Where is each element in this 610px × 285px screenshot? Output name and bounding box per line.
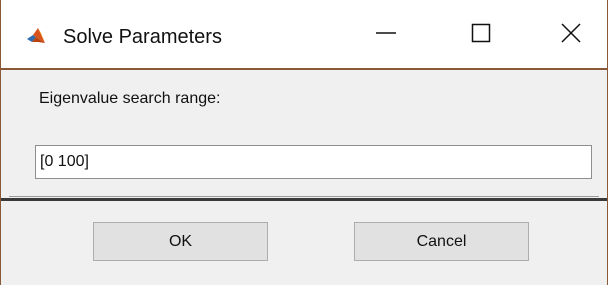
ok-button[interactable]: OK — [93, 222, 268, 261]
title-separator — [1, 68, 607, 70]
close-button[interactable] — [536, 10, 606, 60]
dialog-window: Solve Parameters Eigenvalue search range… — [0, 0, 608, 285]
window-title: Solve Parameters — [63, 26, 222, 48]
parameter-panel: Eigenvalue search range: — [9, 72, 599, 197]
button-panel: OK Cancel — [1, 203, 607, 285]
panel-divider — [1, 198, 607, 201]
minimize-icon — [375, 22, 397, 49]
close-icon — [560, 22, 582, 49]
minimize-button[interactable] — [351, 10, 421, 60]
matlab-logo-icon — [26, 26, 46, 46]
maximize-icon — [471, 23, 491, 48]
title-bar[interactable]: Solve Parameters — [1, 0, 607, 68]
eigenvalue-range-input[interactable] — [35, 145, 592, 179]
maximize-button[interactable] — [446, 10, 516, 60]
cancel-button[interactable]: Cancel — [354, 222, 529, 261]
eigenvalue-range-label: Eigenvalue search range: — [39, 90, 221, 107]
